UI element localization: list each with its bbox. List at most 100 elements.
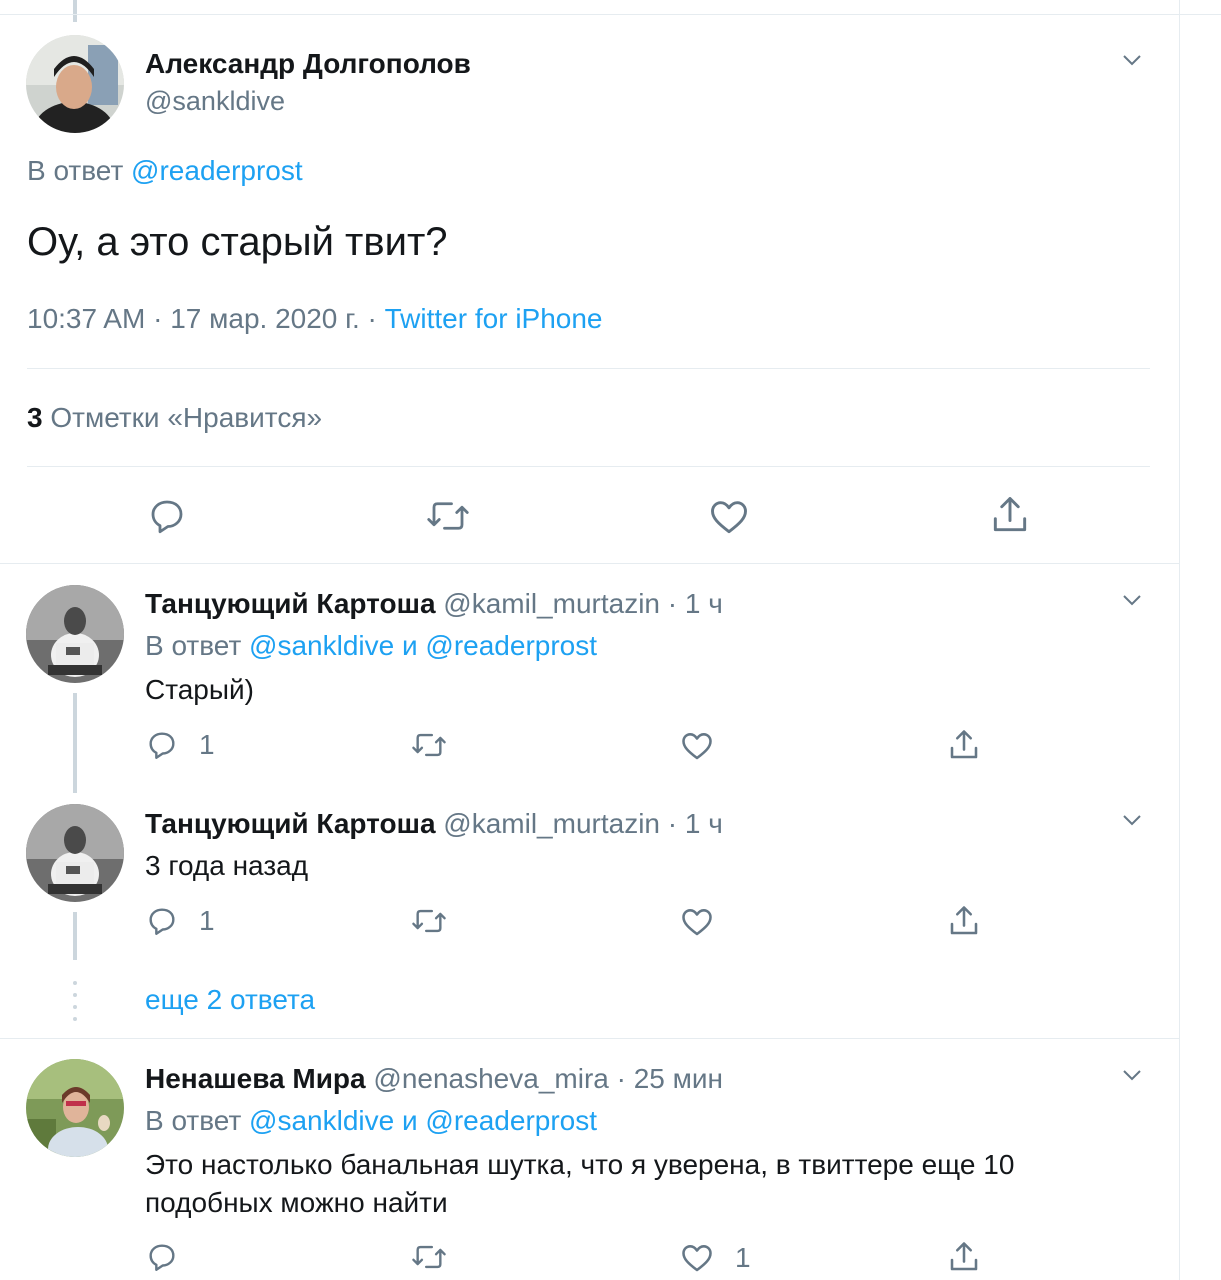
column-border (1179, 0, 1180, 1280)
reply-icon (149, 908, 175, 935)
retweet-icon (427, 502, 469, 530)
reply-button[interactable]: 1 (145, 904, 215, 938)
meta-separator: · (367, 303, 377, 334)
reply-to-link[interactable]: @sankldive (249, 630, 394, 661)
reply-context: В ответ @sankldive и @readerprost (145, 629, 597, 663)
reply-icon (151, 500, 183, 534)
thread-line (73, 693, 77, 793)
author-handle[interactable]: @kamil_murtazin (443, 588, 660, 619)
tweet-time[interactable]: 10:37 AM (27, 303, 145, 334)
tweet-menu-button[interactable] (1120, 588, 1144, 612)
retweet-button[interactable] (410, 904, 448, 938)
reply-header: Ненашева Мира @nenasheva_mira · 25 мин (145, 1062, 723, 1096)
share-button[interactable] (946, 1239, 982, 1275)
chevron-down-icon (1123, 55, 1141, 66)
author-name[interactable]: Танцующий Картоша (145, 808, 436, 839)
like-count: 1 (735, 1242, 751, 1273)
thread-line (73, 912, 77, 960)
reply-text: 3 года назад (145, 850, 309, 881)
like-icon (682, 909, 712, 936)
author-name[interactable]: Александр Долгополов (145, 47, 471, 81)
reply-count: 1 (199, 905, 215, 936)
tweet-meta: 10:37 AM · 17 мар. 2020 г. · Twitter for… (27, 302, 603, 336)
author-handle[interactable]: @nenasheva_mira (373, 1063, 608, 1094)
like-icon (682, 733, 712, 760)
share-icon (993, 497, 1027, 532)
like-button[interactable]: 1 (679, 1240, 751, 1276)
show-more-replies-link[interactable]: еще 2 ответа (145, 983, 315, 1017)
meta-separator: · (153, 303, 163, 334)
meta-separator: · (667, 808, 678, 839)
likes-count: 3 (27, 402, 43, 433)
reply-to-link[interactable]: @sankldive (249, 1105, 394, 1136)
tweet-menu-button[interactable] (1120, 1063, 1144, 1087)
like-icon (711, 501, 747, 534)
avatar[interactable] (26, 585, 124, 683)
retweet-icon (412, 733, 446, 757)
reply-text-line-1: Это настолько банальная шутка, что я уве… (145, 1149, 1015, 1180)
reply-prefix: В ответ (145, 1105, 242, 1136)
retweet-button[interactable] (410, 1240, 448, 1274)
reply-header: Танцующий Картоша @kamil_murtazin · 1 ч (145, 587, 723, 621)
thread-dot (73, 993, 77, 997)
thread-connector-top (73, 0, 77, 22)
chevron-down-icon (1123, 1070, 1141, 1081)
reply-time[interactable]: 1 ч (685, 588, 723, 619)
thread-dot (73, 1005, 77, 1009)
like-button[interactable] (707, 495, 751, 539)
share-button[interactable] (946, 727, 982, 763)
retweet-button[interactable] (410, 728, 448, 762)
author-name[interactable]: Ненашева Мира (145, 1063, 366, 1094)
reply-button[interactable]: 1 (145, 728, 215, 762)
divider (0, 563, 1180, 564)
reply-icon (149, 1244, 175, 1271)
share-icon (950, 906, 978, 935)
tweet-menu-button[interactable] (1120, 48, 1144, 72)
reply-button[interactable] (145, 1240, 179, 1274)
like-button[interactable] (679, 904, 715, 940)
meta-separator: · (616, 1063, 626, 1094)
reply-and: и (401, 1105, 418, 1136)
share-button[interactable] (946, 903, 982, 939)
retweet-button[interactable] (425, 495, 471, 537)
share-icon (950, 1242, 978, 1271)
reply-time[interactable]: 25 мин (634, 1063, 723, 1094)
author-handle[interactable]: @kamil_murtazin (443, 808, 660, 839)
reply-context: В ответ @readerprost (27, 154, 303, 188)
reply-and: и (401, 630, 418, 661)
divider (27, 466, 1150, 467)
chevron-down-icon (1123, 815, 1141, 826)
tweet-date[interactable]: 17 мар. 2020 г. (170, 303, 360, 334)
reply-prefix: В ответ (145, 630, 242, 661)
share-icon (950, 730, 978, 759)
reply-to-link[interactable]: @readerprost (425, 1105, 597, 1136)
reply-prefix: В ответ (27, 155, 124, 186)
reply-context: В ответ @sankldive и @readerprost (145, 1104, 597, 1138)
tweet-menu-button[interactable] (1120, 808, 1144, 832)
top-divider (0, 14, 1221, 15)
author-handle[interactable]: @sankldive (145, 84, 285, 118)
reply-count: 1 (199, 729, 215, 760)
thread-dot (73, 1017, 77, 1021)
reply-button[interactable] (146, 495, 188, 537)
reply-text: Старый) (145, 674, 254, 705)
likes-stat[interactable]: 3 Отметки «Нравится» (27, 401, 322, 435)
likes-label: Отметки «Нравится» (50, 402, 323, 433)
share-button[interactable] (988, 493, 1032, 537)
avatar[interactable] (26, 804, 124, 902)
author-name[interactable]: Танцующий Картоша (145, 588, 436, 619)
like-button[interactable] (679, 728, 715, 764)
reply-to-link[interactable]: @readerprost (425, 630, 597, 661)
avatar[interactable] (26, 35, 124, 133)
tweet-source[interactable]: Twitter for iPhone (385, 303, 603, 334)
tweet-text: Оу, а это старый твит? (27, 220, 448, 264)
retweet-icon (412, 909, 446, 933)
chevron-down-icon (1123, 595, 1141, 606)
reply-time[interactable]: 1 ч (685, 808, 723, 839)
reply-icon (149, 732, 175, 759)
retweet-icon (412, 1245, 446, 1269)
divider (0, 1038, 1180, 1039)
thread-dot (73, 981, 77, 985)
avatar[interactable] (26, 1059, 124, 1157)
reply-to-link[interactable]: @readerprost (131, 155, 303, 186)
